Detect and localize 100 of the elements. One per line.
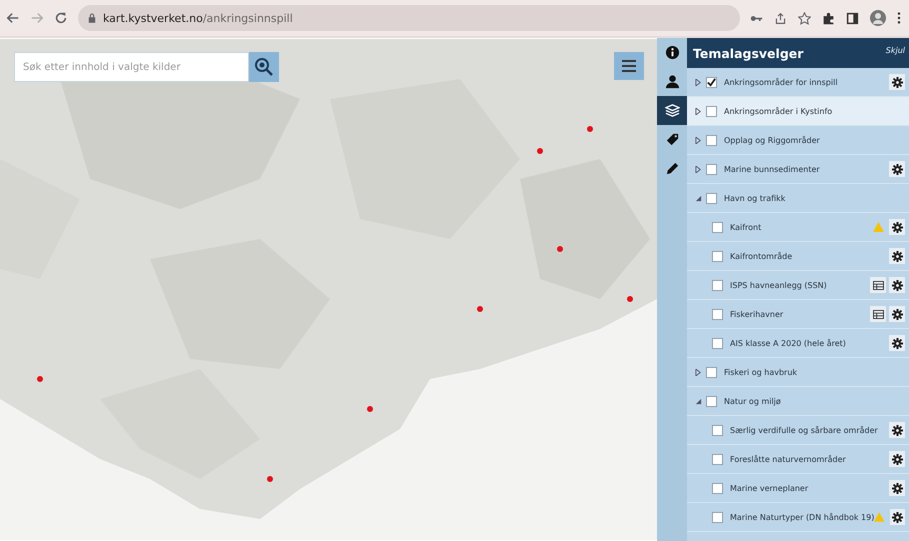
avatar-icon[interactable] — [870, 10, 886, 26]
search-button[interactable] — [249, 52, 279, 82]
table-button[interactable] — [870, 277, 886, 293]
tag-icon — [664, 132, 680, 147]
layer-label: Foreslåtte naturvernområder — [730, 454, 846, 464]
layer-row[interactable]: Natur og miljø — [687, 387, 909, 416]
layer-label: Marine Naturtyper (DN håndbok 19) — [730, 512, 874, 522]
collapsed-icon[interactable] — [695, 78, 702, 86]
pencil-icon — [664, 161, 680, 176]
settings-icon — [892, 424, 902, 436]
checkbox[interactable] — [712, 250, 723, 262]
expanded-icon[interactable] — [695, 194, 702, 202]
layer-row[interactable]: Marine Naturtyper (DN håndbok 19) — [687, 503, 909, 532]
checkbox[interactable] — [706, 106, 717, 116]
checkbox[interactable] — [706, 192, 717, 204]
layer-row[interactable]: Kaifront — [687, 213, 909, 242]
menu-button[interactable] — [614, 52, 644, 80]
settings-button[interactable] — [889, 306, 905, 322]
settings-button[interactable] — [889, 74, 905, 90]
checkbox[interactable] — [712, 338, 723, 348]
panel-title: Temalagsvelger — [693, 46, 804, 60]
star-icon[interactable] — [798, 12, 811, 24]
layer-label: AIS klasse A 2020 (hele året) — [730, 338, 846, 348]
reload-icon[interactable] — [54, 11, 68, 25]
checkbox[interactable] — [706, 164, 717, 174]
layer-row[interactable]: ISPS havneanlegg (SSN) — [687, 271, 909, 300]
hide-link[interactable]: Skjul — [886, 46, 909, 60]
settings-icon — [892, 222, 902, 232]
checkbox[interactable] — [712, 454, 723, 464]
layer-label: Fiskeri og havbruk — [724, 368, 798, 376]
collapsed-icon[interactable] — [695, 368, 702, 376]
layer-row[interactable]: Særlig verdifulle og sårbare områder — [687, 416, 909, 445]
person-icon — [664, 74, 680, 89]
table-button[interactable] — [870, 306, 886, 322]
address-bar[interactable]: kart.kystverket.no/ankringsinnspill — [78, 5, 740, 31]
layer-label: Marine bunnsedimenter — [724, 164, 820, 174]
layer-row[interactable]: Marine verneplaner — [687, 474, 909, 503]
table-icon — [872, 280, 884, 290]
checkbox[interactable] — [712, 512, 723, 522]
layers-icon — [664, 103, 680, 118]
settings-button[interactable] — [889, 335, 905, 351]
layer-label: Ankringsområder for innspill — [724, 78, 838, 86]
settings-button[interactable] — [889, 277, 905, 293]
settings-icon — [892, 76, 902, 88]
settings-icon — [892, 338, 902, 348]
search-settings-icon — [254, 57, 274, 77]
layer-row[interactable]: Opplag og Riggområder — [687, 126, 909, 155]
menu-dots-icon[interactable] — [897, 11, 901, 25]
layer-label: Kaifrontområde — [730, 252, 792, 260]
checkbox[interactable] — [712, 424, 723, 436]
checkbox[interactable] — [712, 222, 723, 232]
settings-button[interactable] — [889, 161, 905, 177]
layer-label: Særlig verdifulle og sårbare områder — [730, 426, 878, 434]
layer-label: Fiskerihavner — [730, 310, 784, 318]
layer-row[interactable]: AIS klasse A 2020 (hele året) — [687, 329, 909, 358]
search-field[interactable]: Søk etter innhold i valgte kilder — [14, 52, 249, 82]
table-icon — [872, 310, 884, 318]
settings-button[interactable] — [889, 480, 905, 496]
settings-icon — [892, 482, 902, 494]
sidebar-tab[interactable] — [657, 96, 687, 125]
checkbox[interactable] — [706, 76, 717, 88]
layer-label: Opplag og Riggområder — [724, 136, 820, 144]
layer-row[interactable]: Foreslåtte naturvernområder — [687, 445, 909, 474]
settings-button[interactable] — [890, 509, 905, 525]
lock-icon — [88, 13, 96, 23]
settings-icon — [892, 250, 902, 262]
layer-label: Kaifront — [730, 222, 762, 232]
layer-label: Marine verneplaner — [730, 484, 808, 492]
back-icon[interactable] — [6, 11, 20, 25]
settings-icon — [892, 454, 902, 464]
collapsed-icon[interactable] — [695, 136, 702, 144]
checkbox[interactable] — [706, 396, 717, 406]
layer-row[interactable]: Marine bunnsedimenter — [687, 155, 909, 184]
checkbox[interactable] — [712, 482, 723, 494]
layer-row[interactable]: Fiskerihavner — [687, 300, 909, 329]
checkbox[interactable] — [712, 308, 723, 320]
forward-icon — [30, 11, 44, 25]
layer-label: ISPS havneanlegg (SSN) — [730, 280, 827, 290]
layer-row[interactable]: Ankringsområder i Kystinfo — [687, 97, 909, 126]
layer-row[interactable]: Fiskeri og havbruk — [687, 358, 909, 387]
expanded-icon[interactable] — [695, 398, 702, 404]
checkbox[interactable] — [706, 366, 717, 378]
checkbox[interactable] — [712, 280, 723, 290]
share-icon[interactable] — [774, 12, 787, 24]
collapsed-icon[interactable] — [695, 108, 702, 114]
settings-button[interactable] — [889, 248, 905, 264]
settings-button[interactable] — [889, 219, 905, 235]
settings-button[interactable] — [889, 422, 905, 438]
side-panel-icon[interactable] — [846, 12, 859, 24]
collapsed-icon[interactable] — [695, 166, 702, 172]
settings-icon — [892, 512, 903, 522]
settings-button[interactable] — [889, 451, 905, 467]
layer-label: Natur og miljø — [724, 396, 781, 406]
settings-icon — [892, 164, 902, 174]
checkbox[interactable] — [706, 134, 717, 146]
settings-icon — [892, 280, 902, 290]
layer-label: Ankringsområder i Kystinfo — [724, 106, 832, 116]
layer-row[interactable]: Kaifrontområde — [687, 242, 909, 271]
layer-row[interactable]: Havn og trafikk — [687, 184, 909, 213]
puzzle-icon[interactable] — [822, 12, 835, 24]
